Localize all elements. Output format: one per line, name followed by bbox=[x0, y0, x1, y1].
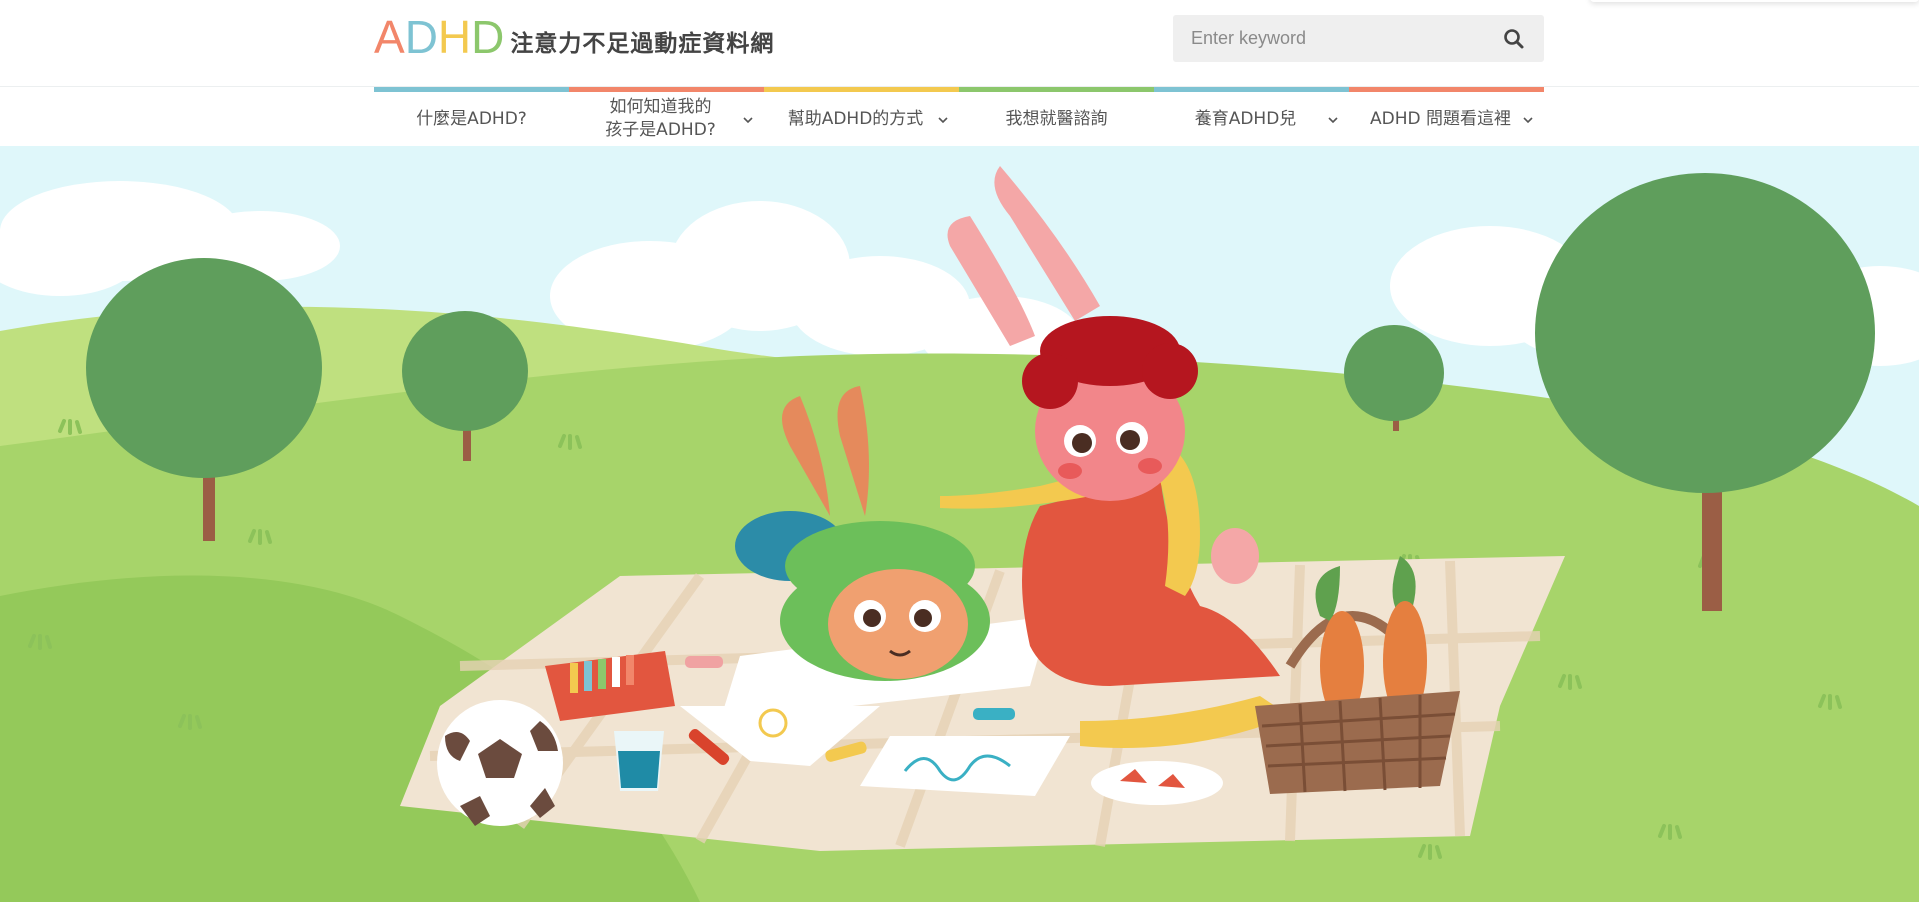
soccer-ball bbox=[437, 700, 563, 826]
nav-item-parenting[interactable]: 養育ADHD兒 bbox=[1154, 87, 1349, 146]
nav-color-bar bbox=[959, 87, 1154, 92]
search-icon[interactable] bbox=[1502, 27, 1526, 51]
crayon-pink bbox=[685, 656, 723, 668]
logo-letter-d2: D bbox=[471, 11, 505, 63]
nav-label: 我想就醫諮詢 bbox=[1005, 108, 1108, 129]
logo-letter-h: H bbox=[437, 11, 472, 63]
nav-color-bar bbox=[1349, 87, 1544, 92]
main-nav: 什麼是ADHD? 如何知道我的 孩子是ADHD? 幫助ADHD的方式 我想就醫諮… bbox=[0, 87, 1919, 146]
nav-label: 養育ADHD兒 bbox=[1194, 108, 1297, 129]
picnic-illustration bbox=[0, 146, 1919, 902]
site-name: 注意力不足過動症資料網 bbox=[510, 31, 775, 57]
crayon-teal bbox=[973, 708, 1015, 720]
nav-label: ADHD 問題看這裡 bbox=[1370, 108, 1511, 129]
nav-color-bar bbox=[569, 87, 764, 92]
chevron-down-icon bbox=[743, 117, 753, 124]
nav-label: 如何知道我的 孩子是ADHD? bbox=[605, 97, 716, 140]
nav-item-seek-medical[interactable]: 我想就醫諮詢 bbox=[959, 87, 1154, 146]
strawberry-plate bbox=[1091, 761, 1223, 805]
nav-item-is-my-child-adhd[interactable]: 如何知道我的 孩子是ADHD? bbox=[569, 87, 764, 146]
drawing-paper-scribble bbox=[860, 736, 1070, 796]
nav-color-bar bbox=[374, 87, 569, 92]
nav-label: 什麼是ADHD? bbox=[416, 108, 527, 129]
search-box bbox=[1173, 15, 1544, 62]
nav-color-bar bbox=[764, 87, 959, 92]
chevron-down-icon bbox=[938, 117, 948, 124]
cup bbox=[614, 731, 664, 791]
logo-letter-a: A bbox=[374, 11, 405, 63]
nav-item-what-is-adhd[interactable]: 什麼是ADHD? bbox=[374, 87, 569, 146]
nav-item-faq[interactable]: ADHD 問題看這裡 bbox=[1349, 87, 1544, 146]
top-dropdown-edge bbox=[1590, 0, 1919, 2]
chevron-down-icon bbox=[1523, 117, 1533, 124]
site-logo[interactable]: A D H D 注意力不足過動症資料網 bbox=[374, 12, 774, 62]
hero-banner bbox=[0, 146, 1919, 902]
nav-color-bar bbox=[1154, 87, 1349, 92]
nav-label: 幫助ADHD的方式 bbox=[787, 108, 924, 129]
logo-letter-d: D bbox=[404, 11, 438, 63]
chevron-down-icon bbox=[1328, 117, 1338, 124]
site-header: A D H D 注意力不足過動症資料網 bbox=[0, 0, 1919, 87]
nav-item-ways-to-help[interactable]: 幫助ADHD的方式 bbox=[764, 87, 959, 146]
search-input[interactable] bbox=[1173, 15, 1491, 62]
